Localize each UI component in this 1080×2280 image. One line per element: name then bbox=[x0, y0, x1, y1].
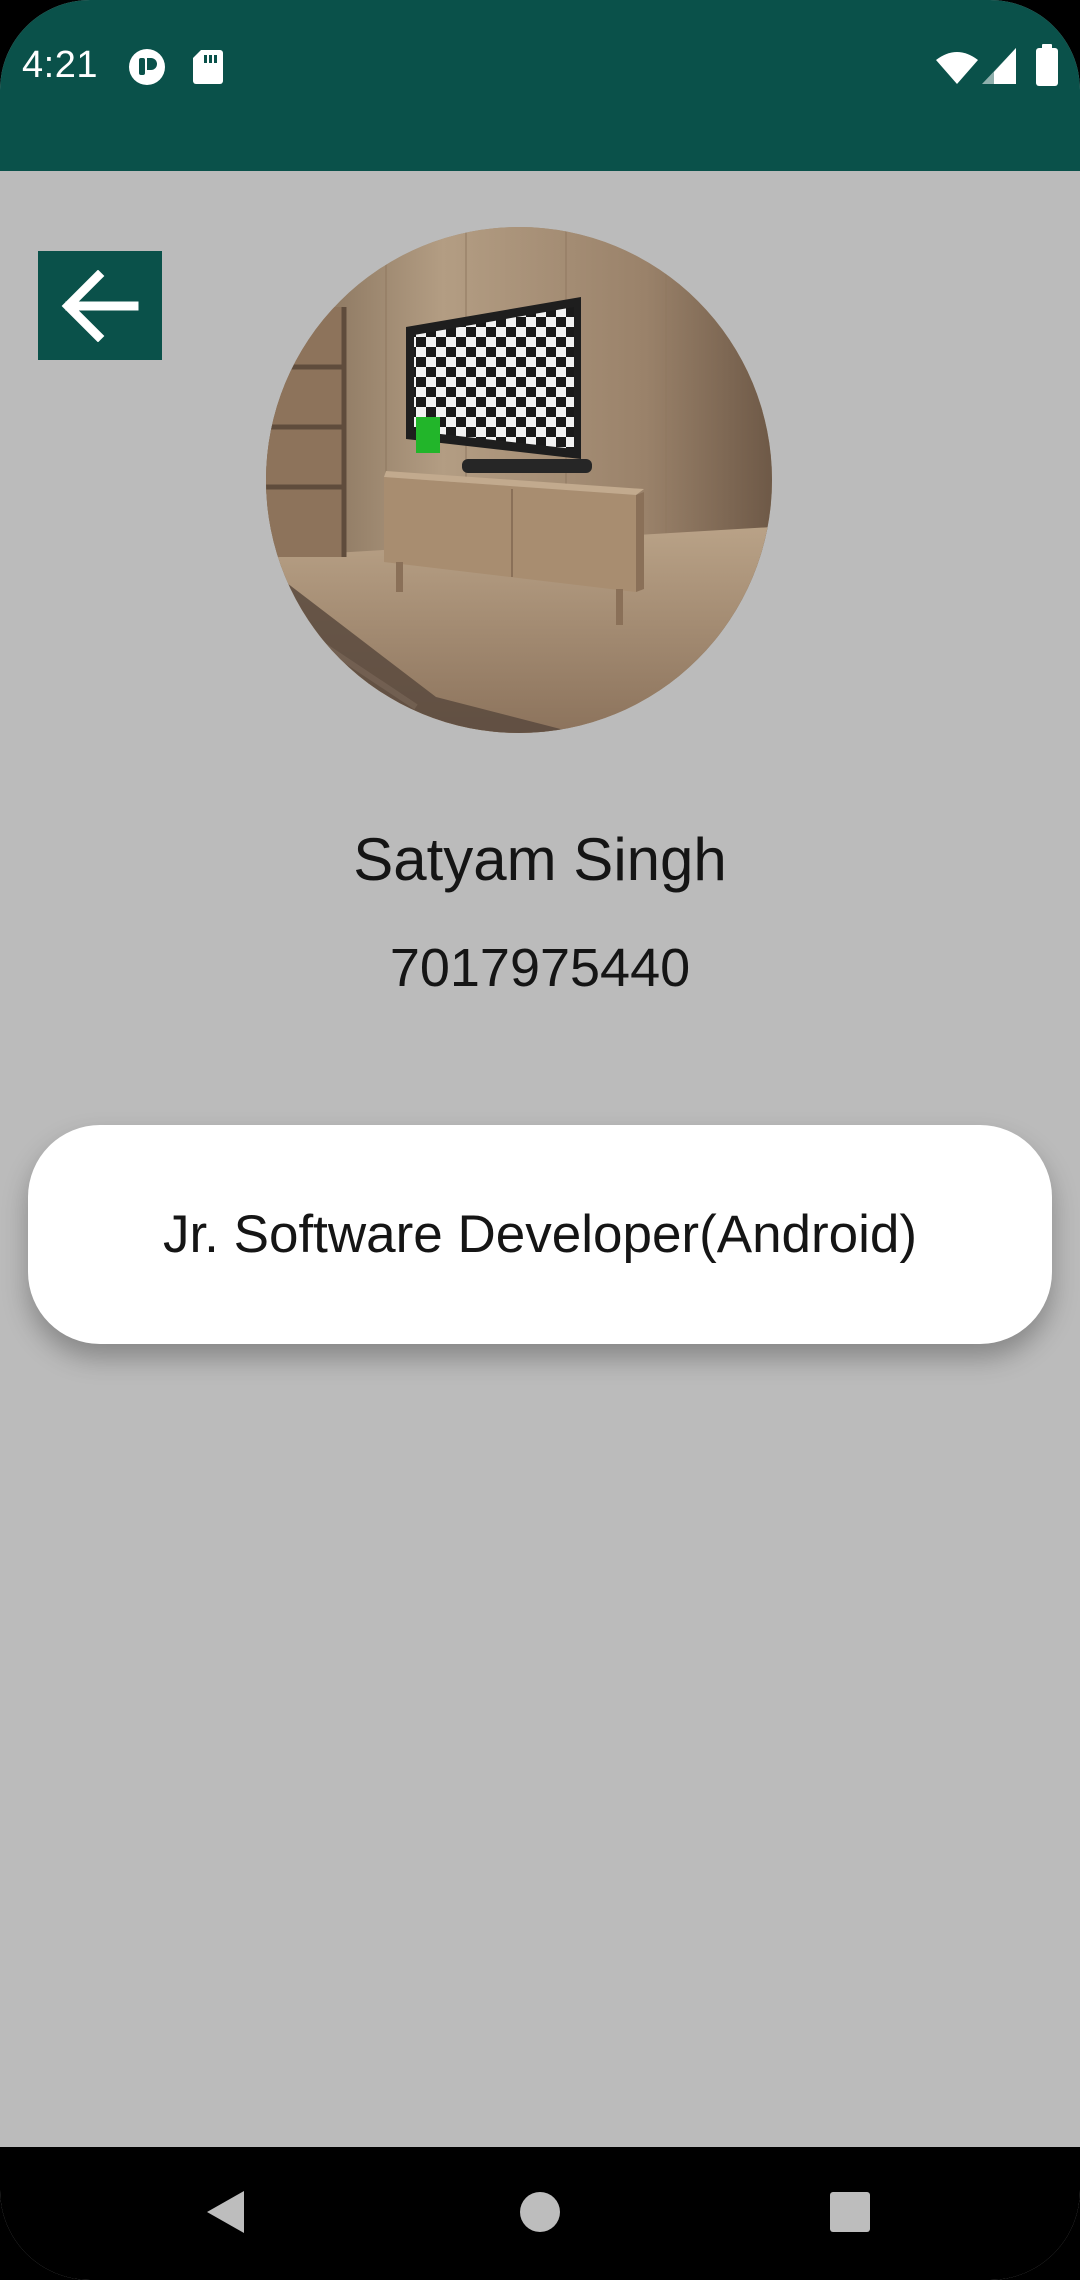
profile-photo-image bbox=[266, 227, 772, 733]
designation-label: Jr. Software Developer(Android) bbox=[162, 1205, 918, 1264]
sd-card-icon bbox=[193, 50, 223, 84]
wifi-icon bbox=[936, 52, 978, 84]
profile-photo[interactable] bbox=[266, 227, 772, 733]
app-screen: 4:21 Satyam Singh 7017975440 Jr. Softwar… bbox=[0, 0, 1080, 2280]
profile-name: Satyam Singh bbox=[353, 826, 727, 893]
assistant-icon bbox=[129, 49, 165, 85]
status-time: 4:21 bbox=[22, 44, 98, 86]
arrow-left-icon bbox=[61, 269, 139, 342]
profile-screen: Satyam Singh 7017975440 Jr. Software Dev… bbox=[0, 171, 1080, 2147]
recents-square-icon[interactable] bbox=[829, 2191, 871, 2233]
designation-card[interactable]: Jr. Software Developer(Android) bbox=[28, 1125, 1052, 1344]
back-button[interactable] bbox=[38, 251, 162, 360]
navigation-bar bbox=[0, 2147, 1080, 2280]
battery-icon bbox=[1036, 44, 1058, 86]
cellular-signal-icon bbox=[982, 48, 1016, 84]
profile-phone: 7017975440 bbox=[389, 938, 691, 998]
status-bar: 4:21 bbox=[0, 0, 1080, 171]
home-circle-icon[interactable] bbox=[518, 2190, 562, 2234]
back-triangle-icon[interactable] bbox=[204, 2189, 246, 2235]
